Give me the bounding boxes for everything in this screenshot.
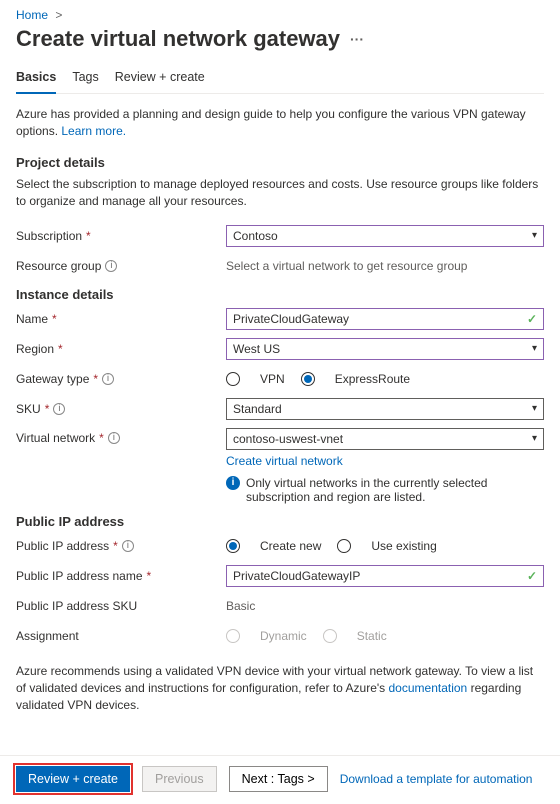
- radio-dynamic: [226, 629, 240, 643]
- required-marker: *: [45, 402, 50, 416]
- sku-value: Standard: [233, 402, 282, 416]
- chevron-down-icon: ▾: [532, 343, 537, 354]
- pubip-name-label: Public IP address name: [16, 569, 143, 583]
- review-create-button[interactable]: Review + create: [16, 766, 130, 792]
- documentation-link[interactable]: documentation: [389, 681, 468, 695]
- gateway-type-label: Gateway type: [16, 372, 89, 386]
- name-input[interactable]: PrivateCloudGateway ✓: [226, 308, 544, 330]
- section-instance-details: Instance details: [16, 287, 544, 302]
- pubip-sku-label: Public IP address SKU: [16, 599, 137, 613]
- required-marker: *: [86, 229, 91, 243]
- breadcrumb-home[interactable]: Home: [16, 8, 48, 22]
- radio-use-existing-label: Use existing: [371, 539, 436, 553]
- pubip-addr-label: Public IP address: [16, 539, 109, 553]
- required-marker: *: [99, 431, 104, 445]
- vnet-value: contoso-uswest-vnet: [233, 432, 343, 446]
- section-project-details: Project details: [16, 155, 544, 170]
- subscription-label: Subscription: [16, 229, 82, 243]
- tab-basics[interactable]: Basics: [16, 64, 56, 94]
- required-marker: *: [58, 342, 63, 356]
- radio-static-label: Static: [357, 629, 387, 643]
- required-marker: *: [113, 539, 118, 553]
- radio-dynamic-label: Dynamic: [260, 629, 307, 643]
- info-icon[interactable]: i: [105, 260, 117, 272]
- region-value: West US: [233, 342, 280, 356]
- radio-vpn-label: VPN: [260, 372, 285, 386]
- section-public-ip: Public IP address: [16, 514, 544, 529]
- learn-more-link[interactable]: Learn more.: [61, 124, 126, 138]
- vnet-info-text: Only virtual networks in the currently s…: [246, 476, 544, 504]
- radio-use-existing[interactable]: [337, 539, 351, 553]
- info-icon[interactable]: i: [102, 373, 114, 385]
- breadcrumb-sep: >: [51, 8, 66, 22]
- info-icon[interactable]: i: [53, 403, 65, 415]
- assignment-label: Assignment: [16, 629, 79, 643]
- pubip-sku-value: Basic: [226, 599, 544, 613]
- region-label: Region: [16, 342, 54, 356]
- radio-create-new-label: Create new: [260, 539, 321, 553]
- vnet-select[interactable]: contoso-uswest-vnet ▾: [226, 428, 544, 450]
- sku-label: SKU: [16, 402, 41, 416]
- project-details-desc: Select the subscription to manage deploy…: [16, 176, 544, 211]
- check-icon: ✓: [527, 569, 537, 583]
- radio-static: [323, 629, 337, 643]
- tab-review-create[interactable]: Review + create: [115, 64, 205, 93]
- chevron-down-icon: ▾: [532, 230, 537, 241]
- subscription-value: Contoso: [233, 229, 278, 243]
- next-button[interactable]: Next : Tags >: [229, 766, 328, 792]
- previous-button: Previous: [142, 766, 217, 792]
- required-marker: *: [147, 569, 152, 583]
- required-marker: *: [93, 372, 98, 386]
- vnet-label: Virtual network: [16, 431, 95, 445]
- page-title: Create virtual network gateway: [16, 26, 340, 52]
- radio-vpn[interactable]: [226, 372, 240, 386]
- chevron-down-icon: ▾: [532, 403, 537, 414]
- sku-select[interactable]: Standard ▾: [226, 398, 544, 420]
- subscription-select[interactable]: Contoso ▾: [226, 225, 544, 247]
- radio-create-new[interactable]: [226, 539, 240, 553]
- radio-expressroute-label: ExpressRoute: [335, 372, 410, 386]
- download-template-link[interactable]: Download a template for automation: [340, 772, 533, 786]
- info-icon[interactable]: i: [122, 540, 134, 552]
- name-value: PrivateCloudGateway: [233, 312, 349, 326]
- more-icon[interactable]: ···: [350, 31, 364, 47]
- info-icon[interactable]: i: [108, 432, 120, 444]
- region-select[interactable]: West US ▾: [226, 338, 544, 360]
- pubip-name-input[interactable]: PrivateCloudGatewayIP ✓: [226, 565, 544, 587]
- pubip-name-value: PrivateCloudGatewayIP: [233, 569, 360, 583]
- create-vnet-link[interactable]: Create virtual network: [226, 454, 343, 468]
- check-icon: ✓: [527, 312, 537, 326]
- required-marker: *: [52, 312, 57, 326]
- radio-expressroute[interactable]: [301, 372, 315, 386]
- resource-group-hint: Select a virtual network to get resource…: [226, 259, 544, 273]
- chevron-down-icon: ▾: [532, 433, 537, 444]
- name-label: Name: [16, 312, 48, 326]
- resource-group-label: Resource group: [16, 259, 101, 273]
- info-bubble-icon: i: [226, 476, 240, 490]
- tab-tags[interactable]: Tags: [72, 64, 98, 93]
